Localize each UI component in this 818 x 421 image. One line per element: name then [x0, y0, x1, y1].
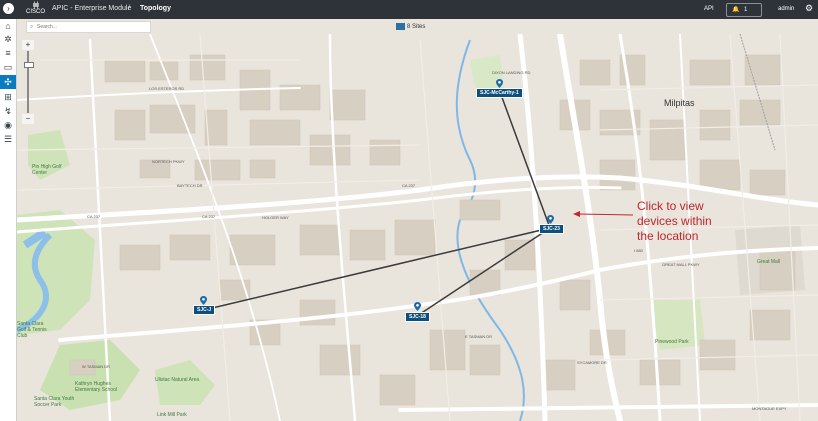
poi-label: Ulistac Natural Area	[155, 377, 200, 383]
site-label-sjc-18[interactable]: SJC-18	[405, 312, 430, 322]
annotation-line: Click to view	[637, 199, 704, 213]
user-menu[interactable]: admin	[778, 6, 794, 12]
road-label: CA 237	[87, 214, 101, 219]
annotation-line: the location	[637, 229, 699, 243]
poi-label: Pin High Golf Center	[32, 164, 62, 176]
site-pin-icon[interactable]	[547, 215, 554, 224]
poi-label: Santa Clara Golf & Tennis Club	[17, 321, 47, 339]
road-label: I 880	[634, 248, 643, 253]
zoom-slider-track[interactable]	[27, 51, 29, 113]
menu-toggle-icon[interactable]: ›	[3, 3, 14, 14]
search-icon: ⌕	[30, 24, 34, 30]
breadcrumb-separator: /	[128, 5, 130, 12]
database-icon[interactable]: ≡	[3, 48, 13, 58]
road-label: CA 237	[202, 214, 216, 219]
topology-icon[interactable]: ✣	[0, 75, 16, 89]
site-pin-icon[interactable]	[200, 296, 207, 305]
road-label: SYCAMORE DR	[577, 360, 607, 365]
building-icon	[396, 22, 405, 30]
road-label: HOLGER WAY	[262, 215, 289, 220]
road-label: LOS ESTEROS RD	[149, 86, 185, 91]
road-label: BAYTECH DR	[177, 183, 203, 188]
annotation-line: devices within	[637, 214, 712, 228]
bell-icon: 🔔	[732, 7, 740, 13]
road-label: W TASMAN DR	[82, 364, 111, 369]
poi-label: Pinewood Park	[655, 339, 689, 345]
search-input[interactable]	[37, 23, 147, 31]
site-pin-icon[interactable]	[414, 302, 421, 311]
home-icon[interactable]: ⌂	[3, 21, 13, 31]
sidebar: ⌂ ✲ ≡ ▭ ✣ ⊞ ↯ ◉ ☰	[0, 19, 17, 421]
sites-button[interactable]: 8 Sites	[396, 22, 425, 32]
path-trace-icon[interactable]: ↯	[3, 106, 13, 116]
discovery-icon[interactable]: ✲	[3, 34, 13, 44]
poi-label: Great Mall	[757, 259, 781, 265]
app-title: APIC - Enterprise Module	[52, 5, 132, 12]
road-label: MONTAGUE EXPY	[752, 406, 787, 411]
network-icon[interactable]: ⊞	[3, 92, 13, 102]
site-label-sjc-j[interactable]: SJC-J	[193, 305, 216, 315]
policy-icon[interactable]: ◉	[3, 120, 13, 130]
top-bar: › ı|ıı|ı CISCO APIC - Enterprise Module …	[0, 0, 818, 19]
notifications-button[interactable]: 🔔 1	[726, 3, 762, 17]
page-title: Topology	[140, 5, 171, 12]
poi-label: Kathryn Hughes Elementary School	[75, 381, 117, 393]
api-link[interactable]: API	[704, 6, 714, 12]
road-label: GREAT MALL PKWY	[662, 262, 700, 267]
poi-label: Santa Clara Youth Soccer Park	[34, 396, 75, 408]
annotation-callout: Click to view devices within the locatio…	[637, 199, 712, 244]
zoom-in-button[interactable]: +	[22, 40, 34, 50]
city-label: Milpitas	[664, 98, 695, 108]
road-label: E TASMAN DR	[465, 334, 492, 339]
site-label-sjc-23[interactable]: SJC-23	[539, 224, 564, 234]
zoom-control: + −	[22, 40, 34, 124]
zoom-slider-handle[interactable]	[24, 62, 34, 68]
cisco-logo: ı|ıı|ı CISCO	[26, 2, 46, 15]
notification-count: 1	[744, 7, 748, 13]
site-pin-icon[interactable]	[496, 79, 503, 88]
road-label: DIXON LANDING RD	[492, 70, 531, 75]
site-label-mccarthy[interactable]: SJC-McCarthy-1	[476, 88, 523, 98]
sites-label: 8 Sites	[407, 24, 426, 30]
device-inventory-icon[interactable]: ▭	[3, 62, 13, 72]
search-box[interactable]: ⌕	[26, 21, 151, 33]
gear-icon[interactable]: ⚙	[805, 3, 813, 14]
settings-icon[interactable]: ☰	[3, 134, 13, 144]
poi-label: Link Mill Park	[157, 412, 187, 418]
road-label: CA 237	[402, 183, 416, 188]
road-label: NORTECH PKWY	[152, 159, 185, 164]
zoom-out-button[interactable]: −	[22, 114, 34, 124]
